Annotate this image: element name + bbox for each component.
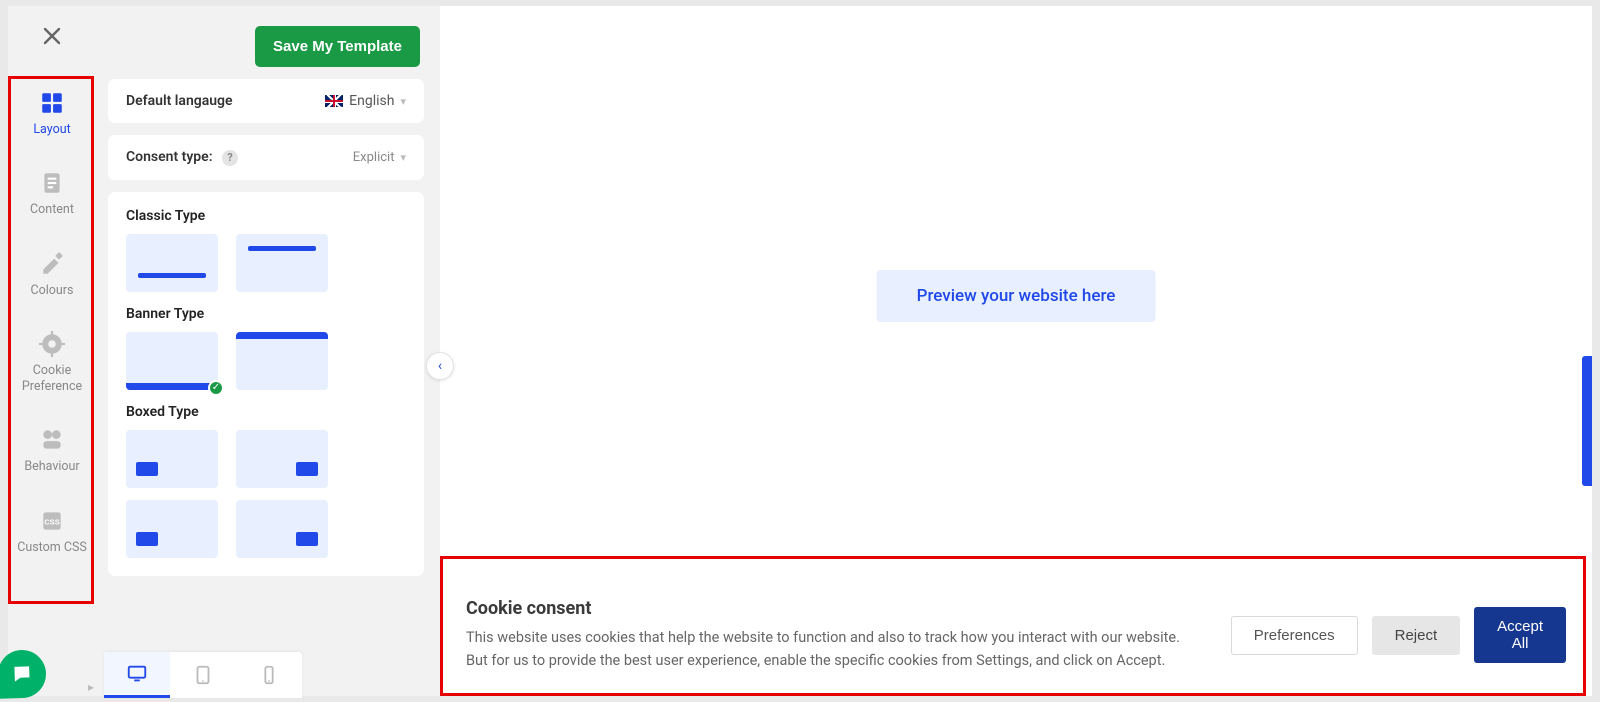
boxed-type-group: Boxed Type <box>126 404 406 558</box>
layout-option-box-bottom-right-2[interactable] <box>236 500 328 558</box>
right-edge-tab[interactable] <box>1582 356 1592 486</box>
close-panel-button[interactable] <box>40 24 64 48</box>
help-icon[interactable]: ? <box>222 150 238 166</box>
cookie-description: This website uses cookies that help the … <box>466 627 1201 672</box>
consent-type-card[interactable]: Consent type: ? Explicit ▾ <box>108 135 424 180</box>
layout-option-box-bottom-right[interactable] <box>236 430 328 488</box>
sidebar: Layout Content Colours Cookie Preference <box>8 6 96 696</box>
layout-option-box-bottom-left[interactable] <box>126 430 218 488</box>
sidebar-label: Content <box>30 202 74 217</box>
css-icon: CSS <box>39 508 65 534</box>
preferences-button[interactable]: Preferences <box>1231 616 1358 655</box>
tablet-icon <box>192 664 214 686</box>
chevron-left-icon: ‹ <box>438 358 442 374</box>
device-tab-tablet[interactable] <box>170 652 236 698</box>
behaviour-icon <box>39 427 65 453</box>
content-icon <box>39 170 65 196</box>
layout-types-card: Classic Type Banner Type ✓ Boxed Type <box>108 192 424 576</box>
sidebar-item-content[interactable]: Content <box>8 154 96 234</box>
mobile-icon <box>258 664 280 686</box>
cookie-consent-banner: Cookie consent This website uses cookies… <box>440 580 1592 696</box>
svg-text:CSS: CSS <box>44 517 60 526</box>
save-template-button[interactable]: Save My Template <box>255 26 420 67</box>
reject-button[interactable]: Reject <box>1372 616 1461 655</box>
sidebar-label: Layout <box>33 122 70 137</box>
preview-website-button[interactable]: Preview your website here <box>877 270 1156 322</box>
type-title: Banner Type <box>126 306 406 322</box>
classic-type-group: Classic Type <box>126 208 406 292</box>
sidebar-label: Colours <box>30 283 73 298</box>
sidebar-item-layout[interactable]: Layout <box>8 74 96 154</box>
sidebar-item-colours[interactable]: Colours <box>8 235 96 315</box>
gear-icon <box>39 331 65 357</box>
layout-option-box-bottom-left-2[interactable] <box>126 500 218 558</box>
layout-option-banner-top[interactable] <box>236 332 328 390</box>
default-language-label: Default langauge <box>126 93 233 109</box>
chat-icon <box>11 663 34 686</box>
close-icon <box>40 24 64 48</box>
uk-flag-icon <box>325 95 343 107</box>
type-title: Classic Type <box>126 208 406 224</box>
chevron-down-icon: ▾ <box>400 95 406 108</box>
device-tab-mobile[interactable] <box>236 652 302 698</box>
consent-type-label: Consent type: ? <box>126 149 238 166</box>
collapse-panel-button[interactable]: ‹ <box>426 352 454 380</box>
accept-all-button[interactable]: Accept All <box>1474 607 1566 663</box>
layout-option-classic-top[interactable] <box>236 234 328 292</box>
default-language-card[interactable]: Default langauge English ▾ <box>108 79 424 123</box>
consent-type-value[interactable]: Explicit ▾ <box>353 150 406 165</box>
banner-type-group: Banner Type ✓ <box>126 306 406 390</box>
preview-area: ‹ Preview your website here Cookie conse… <box>440 6 1592 696</box>
layout-option-banner-bottom[interactable]: ✓ <box>126 332 218 390</box>
layout-icon <box>39 90 65 116</box>
sidebar-item-behaviour[interactable]: Behaviour <box>8 411 96 491</box>
selected-check-icon: ✓ <box>208 380 224 396</box>
layout-option-classic-bottom[interactable] <box>126 234 218 292</box>
chevron-down-icon: ▾ <box>400 151 406 164</box>
sidebar-label: Custom CSS <box>17 540 87 555</box>
colours-icon <box>39 251 65 277</box>
settings-panel: Save My Template Default langauge Englis… <box>96 6 436 696</box>
sidebar-label: Behaviour <box>24 459 79 474</box>
device-tab-desktop[interactable] <box>104 652 170 698</box>
app-frame: Layout Content Colours Cookie Preference <box>8 6 1592 696</box>
sidebar-label: Cookie Preference <box>22 363 82 394</box>
desktop-icon <box>126 663 148 685</box>
cookie-title: Cookie consent <box>466 598 1201 619</box>
sidebar-item-custom-css[interactable]: CSS Custom CSS <box>8 492 96 572</box>
default-language-value[interactable]: English ▾ <box>325 93 406 109</box>
device-preview-tabs <box>104 652 302 698</box>
type-title: Boxed Type <box>126 404 406 420</box>
sidebar-item-cookie-preference[interactable]: Cookie Preference <box>8 315 96 412</box>
